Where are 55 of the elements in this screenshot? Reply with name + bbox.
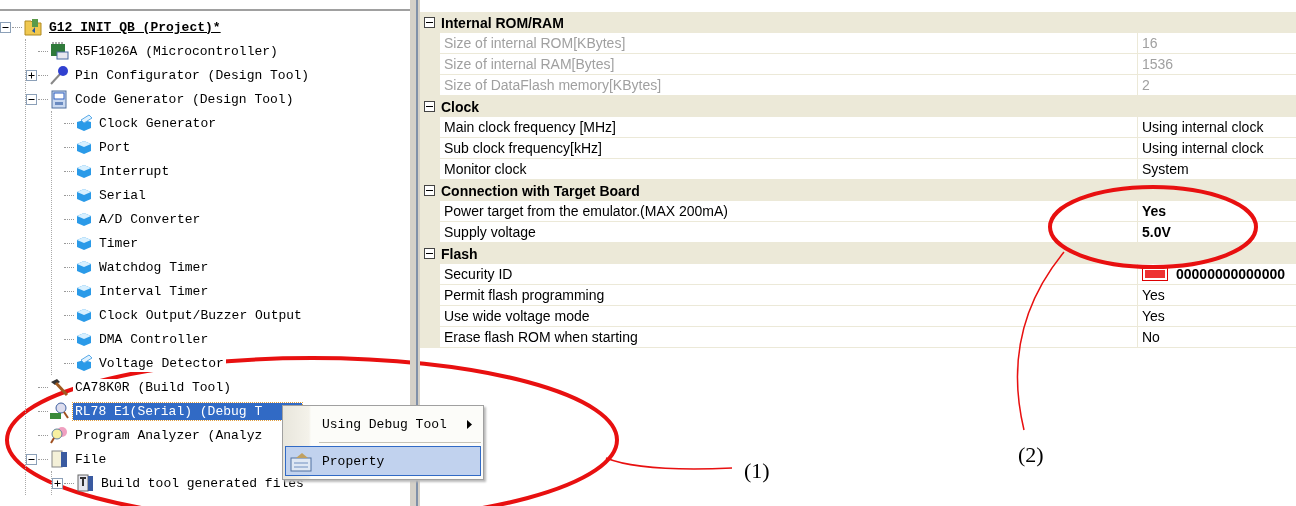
pushpin-icon bbox=[49, 65, 69, 85]
cube-icon bbox=[75, 138, 93, 156]
property-name: Sub clock frequency[kHz] bbox=[440, 138, 1138, 159]
cube-icon bbox=[75, 282, 93, 300]
cube-icon bbox=[75, 210, 93, 228]
collapse-toggle[interactable] bbox=[424, 101, 435, 112]
property-name: Size of DataFlash memory[KBytes] bbox=[440, 75, 1138, 96]
property-name: Main clock frequency [MHz] bbox=[440, 117, 1138, 138]
property-value[interactable]: Yes bbox=[1142, 285, 1165, 305]
tree-item[interactable]: RL78 E1(Serial) (Debug T bbox=[73, 402, 303, 420]
cube-icon bbox=[75, 162, 93, 180]
callout-label: (1) bbox=[744, 458, 770, 483]
property-value[interactable]: Yes bbox=[1142, 201, 1167, 221]
category-title: Clock bbox=[441, 98, 480, 115]
cube-icon bbox=[75, 186, 93, 204]
category-title: Connection with Target Board bbox=[441, 182, 640, 199]
chip-icon bbox=[49, 41, 69, 61]
cube-icon bbox=[75, 234, 93, 252]
property-name: Permit flash programming bbox=[440, 285, 1138, 306]
property-name: Security ID bbox=[440, 264, 1138, 285]
property-value[interactable]: No bbox=[1142, 327, 1160, 347]
property-name: Monitor clock bbox=[440, 159, 1138, 180]
collapse-toggle[interactable] bbox=[0, 21, 11, 33]
open-cube-icon bbox=[75, 354, 93, 372]
code-window-icon bbox=[49, 89, 69, 109]
collapse-toggle[interactable] bbox=[424, 185, 435, 196]
callout-label: (2) bbox=[1018, 442, 1044, 467]
file-stack-icon bbox=[75, 473, 95, 493]
category-title: Flash bbox=[441, 245, 478, 262]
cube-icon bbox=[75, 306, 93, 324]
debugger-probe-icon bbox=[49, 401, 69, 421]
cube-icon bbox=[75, 330, 93, 348]
open-cube-icon bbox=[75, 114, 93, 132]
property-value[interactable]: 5.0V bbox=[1142, 222, 1171, 242]
document-folder-icon bbox=[49, 449, 69, 469]
property-name: Supply voltage bbox=[440, 222, 1138, 243]
collapse-toggle[interactable] bbox=[424, 248, 435, 259]
magnifier-icon bbox=[49, 425, 69, 445]
collapse-toggle[interactable] bbox=[26, 453, 37, 465]
category-title: Internal ROM/RAM bbox=[441, 14, 564, 31]
cube-icon bbox=[75, 258, 93, 276]
property-sheet-icon bbox=[290, 452, 312, 472]
collapse-toggle[interactable] bbox=[424, 17, 435, 28]
property-name: Size of internal RAM[Bytes] bbox=[440, 54, 1138, 75]
collapse-toggle[interactable] bbox=[26, 93, 37, 105]
property-name: Use wide voltage mode bbox=[440, 306, 1138, 327]
property-name: Power target from the emulator.(MAX 200mA) bbox=[440, 201, 1138, 222]
property-value[interactable]: Yes bbox=[1142, 306, 1165, 326]
property-name: Erase flash ROM when starting bbox=[440, 327, 1138, 348]
menu-item[interactable]: Property bbox=[285, 446, 481, 476]
hammer-icon bbox=[49, 377, 69, 397]
property-name: Size of internal ROM[KBytes] bbox=[440, 33, 1138, 54]
project-folder-icon bbox=[23, 17, 43, 37]
expand-toggle[interactable] bbox=[26, 69, 37, 81]
expand-toggle[interactable] bbox=[52, 477, 63, 489]
